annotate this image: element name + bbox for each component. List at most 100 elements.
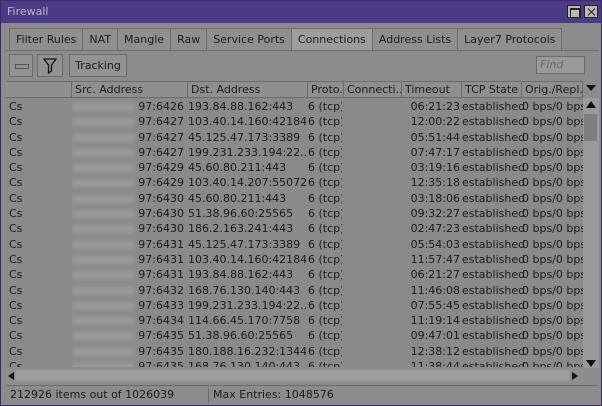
table-row[interactable]: Cs 97:6426 193.84.88.162:443 6 (tcp) 06:21:2… <box>6 99 583 114</box>
timeout-cell: 06:21:23 <box>410 100 460 113</box>
protocol-cell: 6 (tcp) <box>308 222 342 236</box>
connection-type-cell <box>342 191 400 206</box>
src-address-cell: 97:6434 <box>72 313 184 328</box>
table-row[interactable]: Cs 97:6435 180.188.16.232:13448 6 (tcp) 12:3… <box>6 344 583 359</box>
scroll-down-icon[interactable] <box>586 360 596 367</box>
src-address-cell: 97:6429 <box>72 160 184 175</box>
connection-type-cell <box>342 344 400 359</box>
column-chooser-icon[interactable] <box>586 85 596 91</box>
tab-raw[interactable]: Raw <box>170 28 208 50</box>
table-row[interactable]: Cs 97:6432 168.76.130.140:443 6 (tcp) 11:46:… <box>6 283 583 298</box>
table-row[interactable]: Cs 97:6431 193.84.88.162:443 6 (tcp) 06:21:2… <box>6 267 583 282</box>
tab-filter-rules[interactable]: Filter Rules <box>9 28 84 50</box>
src-address-cell: 97:6427 <box>72 114 184 129</box>
column-header[interactable]: TCP State <box>462 82 522 98</box>
timeout-cell: 12:38:12 <box>410 344 460 358</box>
flag-cell: Cs <box>9 115 23 129</box>
protocol-cell: 6 (tcp) <box>308 145 342 159</box>
filter-button[interactable] <box>37 54 63 77</box>
flag-cell: Cs <box>9 360 23 367</box>
timeout-cell: 12:35:18 <box>410 176 460 190</box>
table-row[interactable]: Cs 97:6429 103.40.14.207:55072 6 (tcp) 12:35… <box>6 175 583 190</box>
table-row[interactable]: Cs 97:6427 103.40.14.160:42184 6 (tcp) 12:00… <box>6 114 583 129</box>
maximize-button[interactable] <box>567 5 581 18</box>
title-bar[interactable]: Firewall <box>1 1 601 23</box>
vertical-scrollbar[interactable] <box>583 98 599 368</box>
connection-type-cell <box>342 145 400 160</box>
src-address-cell: 97:6435 <box>72 359 184 367</box>
redacted-address <box>72 164 134 173</box>
table-row[interactable]: Cs 97:6431 45.125.47.173:3389 6 (tcp) 05:54:… <box>6 237 583 252</box>
firewall-window: Firewall Filter Rules NAT Mangle Raw Service… <box>0 0 602 406</box>
table-row[interactable]: Cs 97:6430 45.60.80.211:443 6 (tcp) 03:18:06… <box>6 191 583 206</box>
tab-nat[interactable]: NAT <box>82 28 119 50</box>
table-row[interactable]: Cs 97:6430 51.38.96.60:25565 6 (tcp) 09:32:2… <box>6 206 583 221</box>
rate-cell: 0 bps/0 bps <box>522 222 583 236</box>
dst-address-cell: 168.76.130.140:443 <box>188 360 301 367</box>
tcp-state-cell: established <box>462 176 524 190</box>
remove-button[interactable] <box>9 54 33 77</box>
rate-cell: 0 bps/0 bps <box>522 145 583 159</box>
dst-address-cell: 51.38.96.60:25565 <box>188 207 294 221</box>
table-row[interactable]: Cs 97:6433 199.231.233.194:22... 6 (tcp) 07:… <box>6 298 583 313</box>
column-header[interactable]: Proto... <box>308 82 344 98</box>
scroll-up-icon[interactable] <box>586 101 596 108</box>
hscroll-thumb[interactable] <box>16 370 569 381</box>
table-row[interactable]: Cs 97:6434 114.66.45.170:7758 6 (tcp) 11:19:… <box>6 313 583 328</box>
flag-cell: Cs <box>9 207 23 221</box>
tcp-state-cell: established <box>462 100 524 113</box>
scroll-left-icon[interactable] <box>8 372 14 380</box>
find-input[interactable]: Find <box>536 56 585 74</box>
flag-cell: Cs <box>9 237 23 251</box>
timeout-cell: 03:19:16 <box>410 161 460 175</box>
redacted-address <box>72 240 134 249</box>
tracking-button[interactable]: Tracking <box>69 54 127 77</box>
connection-type-cell <box>342 252 400 267</box>
connection-type-cell <box>342 206 400 221</box>
table-row[interactable]: Cs 97:6435 51.38.96.60:25565 6 (tcp) 09:47:0… <box>6 328 583 343</box>
protocol-cell: 6 (tcp) <box>308 207 342 221</box>
horizontal-scrollbar[interactable] <box>6 369 583 383</box>
redacted-address <box>72 225 134 234</box>
redacted-address <box>72 133 134 142</box>
flag-cell: Cs <box>9 176 23 190</box>
tab-connections[interactable]: Connections <box>290 28 373 50</box>
table-row[interactable]: Cs 97:6430 186.2.163.241:443 6 (tcp) 02:47:2… <box>6 221 583 236</box>
tcp-state-cell: established <box>462 130 524 144</box>
redacted-address <box>72 332 134 341</box>
src-port: 97:6434 <box>138 314 184 328</box>
table-row[interactable]: Cs 97:6427 45.125.47.173:3389 6 (tcp) 05:51:… <box>6 130 583 145</box>
column-header[interactable]: Dst. Address <box>188 82 308 98</box>
table-row[interactable]: Cs 97:6427 199.231.233.194:22... 6 (tcp) 07:… <box>6 145 583 160</box>
rate-cell: 0 bps/0 bps <box>522 237 583 251</box>
tab-layer7-protocols[interactable]: Layer7 Protocols <box>457 28 563 50</box>
tab-divider <box>5 50 599 51</box>
rate-cell: 0 bps/0 bps <box>522 314 583 328</box>
tab-mangle[interactable]: Mangle <box>117 28 172 50</box>
scroll-right-icon[interactable] <box>572 372 578 380</box>
timeout-cell: 05:51:44 <box>410 130 460 144</box>
timeout-cell: 05:54:03 <box>410 237 460 251</box>
flag-cell: Cs <box>9 100 23 113</box>
column-header[interactable]: Connecti... <box>344 82 402 98</box>
tcp-state-cell: established <box>462 207 524 221</box>
timeout-cell: 09:32:27 <box>410 207 460 221</box>
tab-service-ports[interactable]: Service Ports <box>206 28 292 50</box>
src-address-cell: 97:6432 <box>72 283 184 298</box>
table-row[interactable]: Cs 97:6431 103.40.14.160:42184 6 (tcp) 11:57… <box>6 252 583 267</box>
column-header[interactable]: Orig./Repl. R <box>522 82 583 98</box>
flag-cell: Cs <box>9 314 23 328</box>
column-header[interactable]: Timeout <box>402 82 462 98</box>
column-header[interactable] <box>6 82 72 98</box>
table-row[interactable]: Cs 97:6429 45.60.80.211:443 6 (tcp) 03:19:16… <box>6 160 583 175</box>
flag-cell: Cs <box>9 283 23 297</box>
src-port: 97:6430 <box>138 207 184 221</box>
connection-type-cell <box>342 313 400 328</box>
scroll-thumb[interactable] <box>584 114 597 141</box>
table-row[interactable]: Cs 97:6435 168.76.130.140:443 6 (tcp) 11:38:… <box>6 359 583 367</box>
close-button[interactable] <box>584 5 598 18</box>
protocol-cell: 6 (tcp) <box>308 344 342 358</box>
status-bar: 212926 items out of 1026039 Max Entries:… <box>6 385 598 403</box>
tab-address-lists[interactable]: Address Lists <box>371 28 459 50</box>
column-header[interactable]: Src. Address <box>72 82 188 98</box>
